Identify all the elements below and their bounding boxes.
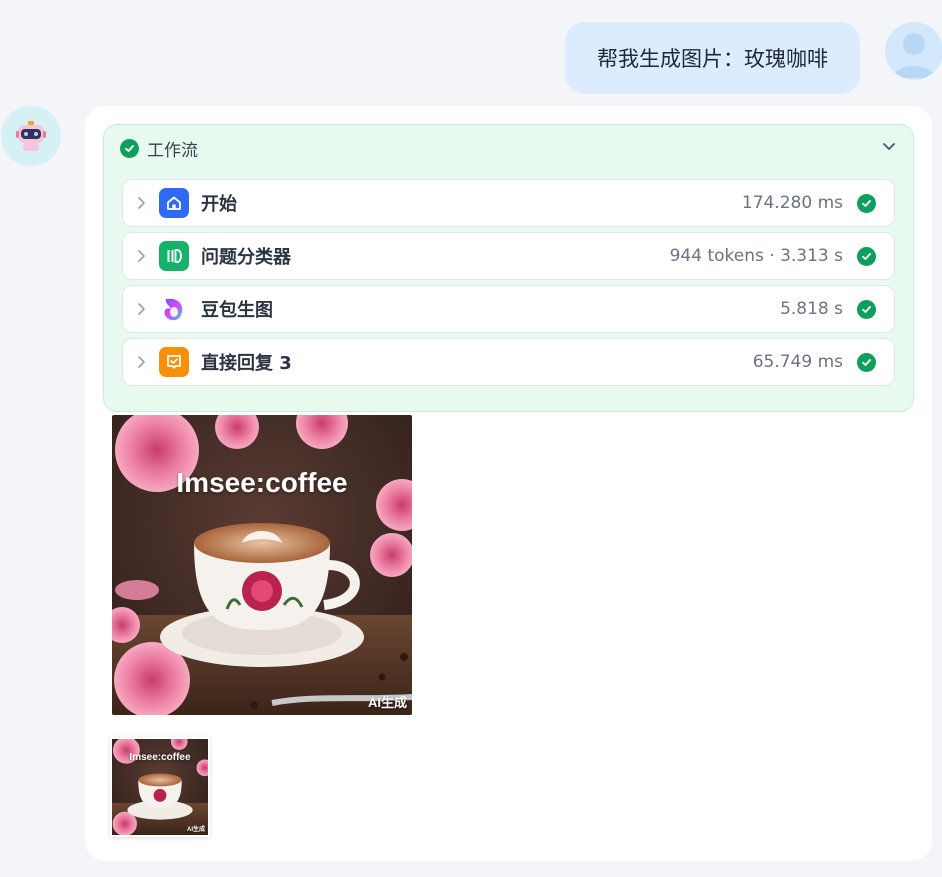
step-duration: 5.818 s bbox=[780, 299, 843, 319]
check-circle-icon bbox=[857, 352, 876, 372]
image-thumbnail[interactable]: Imsee:coffee AI生成 bbox=[110, 737, 210, 837]
home-icon bbox=[159, 188, 189, 218]
chevron-right-icon[interactable] bbox=[123, 196, 159, 210]
ai-generated-badge: AI生成 bbox=[186, 827, 205, 833]
step-duration: 65.749 ms bbox=[752, 352, 843, 372]
bot-message-card: 工作流 开始 174.280 ms 问题分类器 944 tokens · 3.3… bbox=[85, 106, 932, 861]
rose-coffee-illustration bbox=[112, 415, 412, 715]
reply-icon bbox=[159, 347, 189, 377]
step-label: 问题分类器 bbox=[201, 247, 291, 268]
generated-image[interactable]: Imsee:coffee AI生成 bbox=[112, 415, 412, 715]
step-duration: 944 tokens · 3.313 s bbox=[669, 246, 843, 266]
image-brand-text: Imsee:coffee bbox=[176, 467, 348, 498]
workflow-title: 工作流 bbox=[147, 140, 198, 161]
user-message-bubble: 帮我生成图片：玫瑰咖啡 bbox=[565, 22, 860, 94]
image-brand-text: Imsee:coffee bbox=[129, 752, 191, 763]
ai-generated-badge: AI生成 bbox=[367, 695, 407, 710]
check-circle-icon bbox=[120, 138, 139, 158]
chat-page: 帮我生成图片：玫瑰咖啡 工作流 开始 174.280 ms 问题分类器 944 … bbox=[0, 0, 942, 877]
chevron-right-icon[interactable] bbox=[123, 355, 159, 369]
workflow-step-classifier[interactable]: 问题分类器 944 tokens · 3.313 s bbox=[122, 232, 895, 280]
check-circle-icon bbox=[857, 246, 876, 266]
classifier-icon bbox=[159, 241, 189, 271]
user-avatar[interactable] bbox=[885, 22, 942, 80]
user-message-text: 帮我生成图片：玫瑰咖啡 bbox=[597, 47, 828, 71]
workflow-step-image-gen[interactable]: 豆包生图 5.818 s bbox=[122, 285, 895, 333]
doubao-icon bbox=[159, 294, 189, 324]
step-label: 豆包生图 bbox=[201, 300, 273, 321]
workflow-header[interactable]: 工作流 bbox=[120, 136, 897, 161]
workflow-panel: 工作流 开始 174.280 ms 问题分类器 944 tokens · 3.3… bbox=[103, 124, 914, 412]
user-icon bbox=[893, 33, 935, 78]
step-duration: 174.280 ms bbox=[741, 193, 843, 213]
chevron-right-icon[interactable] bbox=[123, 249, 159, 263]
bot-avatar[interactable] bbox=[1, 106, 61, 166]
step-label: 开始 bbox=[201, 194, 237, 215]
robot-icon bbox=[16, 121, 46, 151]
chevron-right-icon[interactable] bbox=[123, 302, 159, 316]
check-circle-icon bbox=[857, 299, 876, 319]
check-circle-icon bbox=[857, 193, 876, 213]
workflow-step-reply[interactable]: 直接回复 3 65.749 ms bbox=[122, 338, 895, 386]
chevron-down-icon[interactable] bbox=[881, 138, 897, 158]
step-label: 直接回复 3 bbox=[201, 353, 292, 374]
workflow-step-start[interactable]: 开始 174.280 ms bbox=[122, 179, 895, 227]
